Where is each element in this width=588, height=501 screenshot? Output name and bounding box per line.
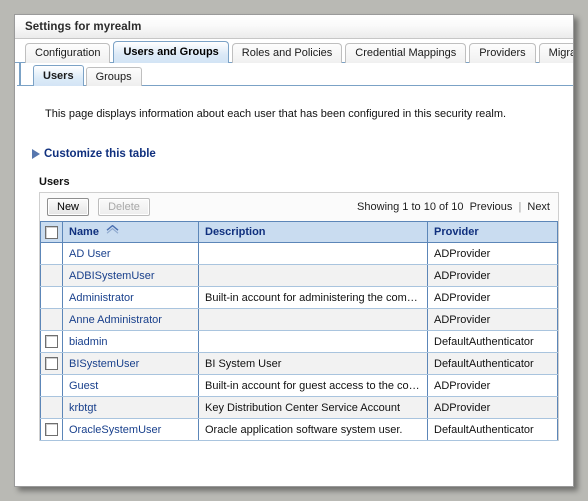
user-link[interactable]: Administrator (69, 292, 134, 304)
row-select-cell (40, 264, 63, 287)
settings-window: Settings for myrealm Configuration Users … (14, 14, 574, 487)
cell-description (198, 264, 428, 287)
table-row: Anne Administrator ADProvider (40, 308, 558, 331)
users-table-panel: New Delete Showing 1 to 10 of 10 Previou… (39, 192, 559, 441)
select-all-checkbox[interactable] (45, 225, 58, 239)
users-section-title: Users (39, 176, 70, 188)
user-link[interactable]: ADBISystemUser (69, 270, 155, 282)
toolbar-buttons: New Delete (47, 198, 156, 216)
table-row: AD User ADProvider (40, 242, 558, 265)
tab-roles-and-policies[interactable]: Roles and Policies (231, 43, 343, 63)
row-checkbox[interactable] (45, 423, 58, 436)
cell-provider: ADProvider (427, 242, 558, 265)
next-page-link[interactable]: Next (527, 201, 550, 213)
cell-provider: ADProvider (427, 374, 558, 397)
select-all-header[interactable] (40, 221, 63, 243)
users-table: Name Description Provider AD User ADProv… (40, 221, 558, 441)
table-row: ADBISystemUser ADProvider (40, 264, 558, 287)
cell-provider: ADProvider (427, 396, 558, 419)
cell-name: BISystemUser (62, 352, 199, 375)
row-select-cell[interactable] (40, 352, 63, 375)
table-row: biadmin DefaultAuthenticator (40, 330, 558, 353)
cell-description (198, 330, 428, 353)
cell-name: biadmin (62, 330, 199, 353)
column-header-description[interactable]: Description (198, 221, 428, 243)
primary-tab-bar: Configuration Users and Groups Roles and P… (15, 39, 573, 63)
row-select-cell (40, 242, 63, 265)
chevron-right-icon (32, 149, 40, 159)
row-select-cell (40, 374, 63, 397)
users-table-body: AD User ADProvider ADBISystemUser ADProvide… (40, 242, 558, 441)
pager-separator: | (518, 201, 522, 213)
cell-provider: DefaultAuthenticator (427, 330, 558, 353)
cell-description: Built-in account for guest access to the… (198, 374, 428, 397)
user-link[interactable]: Guest (69, 380, 98, 392)
tab-users-and-groups[interactable]: Users and Groups (113, 41, 229, 63)
customize-this-table-link[interactable]: Customize this table (32, 148, 561, 160)
column-header-name[interactable]: Name (62, 221, 199, 243)
cell-name: Administrator (62, 286, 199, 309)
row-select-cell[interactable] (40, 418, 63, 441)
cell-description: Oracle application software system user. (198, 418, 428, 441)
cell-provider: ADProvider (427, 264, 558, 287)
new-button[interactable]: New (47, 198, 90, 216)
table-header-row: Name Description Provider (40, 221, 558, 243)
secondary-tab-bar: Users Groups (17, 63, 573, 86)
user-link[interactable]: biadmin (69, 336, 108, 348)
table-row: BISystemUser BI System User DefaultAuthent… (40, 352, 558, 375)
row-select-cell[interactable] (40, 330, 63, 353)
row-checkbox[interactable] (45, 357, 58, 370)
cell-name: AD User (62, 242, 199, 265)
sort-ascending-icon (106, 224, 119, 237)
table-row: Administrator Built-in account for admini… (40, 286, 558, 309)
cell-provider: DefaultAuthenticator (427, 418, 558, 441)
cell-provider: ADProvider (427, 286, 558, 309)
row-select-cell (40, 286, 63, 309)
table-row: OracleSystemUser Oracle application softw… (40, 418, 558, 441)
cell-provider: ADProvider (427, 308, 558, 331)
pagination-info: Showing 1 to 10 of 10 Previous | Next (357, 201, 552, 213)
tab-migration[interactable]: Migration (538, 43, 573, 63)
cell-name: Guest (62, 374, 199, 397)
subtab-groups[interactable]: Groups (85, 67, 142, 86)
cell-name: Anne Administrator (62, 308, 199, 331)
page-title: Settings for myrealm (25, 20, 142, 33)
cell-name: OracleSystemUser (62, 418, 199, 441)
previous-page-link[interactable]: Previous (470, 201, 513, 213)
tab-configuration[interactable]: Configuration (25, 43, 111, 63)
cell-description: BI System User (198, 352, 428, 375)
row-select-cell (40, 396, 63, 419)
tab-credential-mappings[interactable]: Credential Mappings (345, 43, 467, 63)
user-link[interactable]: OracleSystemUser (69, 424, 161, 436)
row-checkbox[interactable] (45, 335, 58, 348)
tab-providers[interactable]: Providers (469, 43, 536, 63)
window-titlebar: Settings for myrealm (15, 15, 573, 39)
cell-name: krbtgt (62, 396, 199, 419)
column-header-provider[interactable]: Provider (427, 221, 558, 243)
cell-description (198, 308, 428, 331)
table-toolbar: New Delete Showing 1 to 10 of 10 Previou… (40, 193, 558, 221)
cell-description (198, 242, 428, 265)
cell-description: Built-in account for administering the c… (198, 286, 428, 309)
cell-name: ADBISystemUser (62, 264, 199, 287)
column-header-name-label: Name (69, 225, 99, 238)
user-link[interactable]: Anne Administrator (69, 314, 162, 326)
subtab-users[interactable]: Users (33, 65, 84, 86)
user-link[interactable]: BISystemUser (69, 358, 139, 370)
customize-link-label: Customize this table (44, 148, 156, 160)
content-area: This page displays information about eac… (15, 86, 573, 441)
delete-button[interactable]: Delete (98, 198, 150, 216)
table-row: Guest Built-in account for guest access t… (40, 374, 558, 397)
cell-description: Key Distribution Center Service Account (198, 396, 428, 419)
row-select-cell (40, 308, 63, 331)
user-link[interactable]: AD User (69, 248, 111, 260)
page-description: This page displays information about eac… (45, 108, 507, 120)
showing-count-label: Showing 1 to 10 of 10 (357, 201, 464, 213)
user-link[interactable]: krbtgt (69, 402, 97, 414)
table-row: krbtgt Key Distribution Center Service Ac… (40, 396, 558, 419)
cell-provider: DefaultAuthenticator (427, 352, 558, 375)
